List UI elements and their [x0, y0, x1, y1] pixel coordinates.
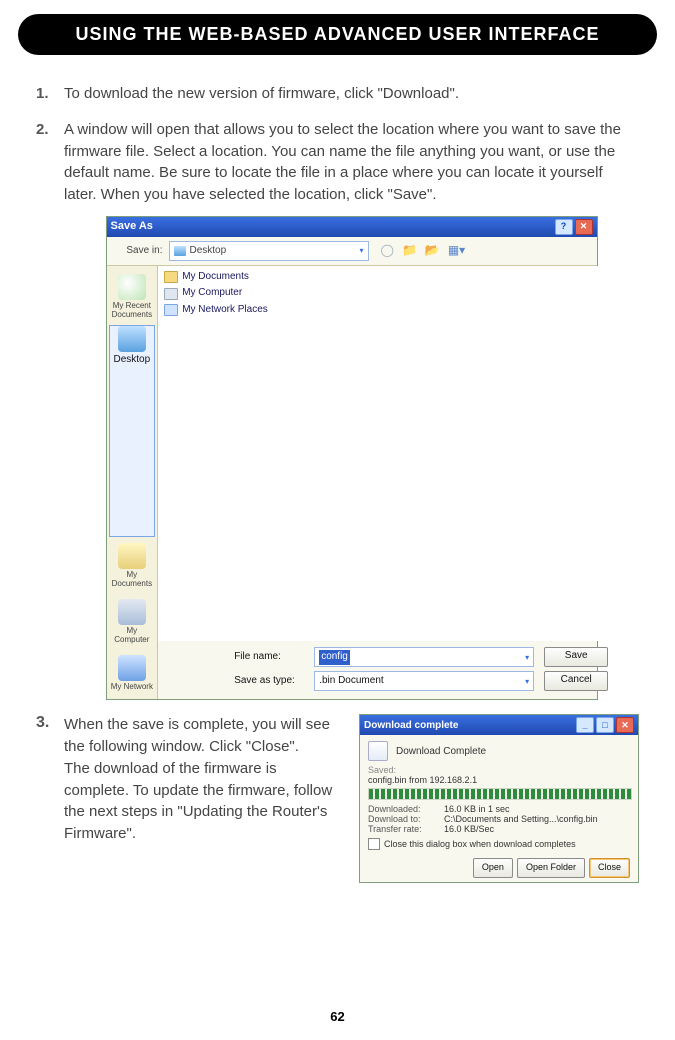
savetype-label: Save as type:: [234, 674, 304, 689]
save-as-body: My Recent Documents Desktop My Documents…: [107, 265, 597, 700]
downloaded-row: Downloaded:16.0 KB in 1 sec: [368, 804, 630, 814]
progress-bar: [368, 788, 632, 800]
open-button[interactable]: Open: [473, 858, 513, 878]
step-1: 1. To download the new version of firmwa…: [36, 83, 639, 105]
recent-icon: [118, 274, 146, 300]
list-item[interactable]: My Documents: [164, 270, 612, 285]
chevron-down-icon: ▾: [359, 245, 363, 257]
filename-value: config: [319, 650, 350, 665]
page-title: USING THE WEB-BASED ADVANCED USER INTERF…: [18, 14, 657, 55]
step-2-number: 2.: [36, 119, 49, 141]
close-checkbox-row: Close this dialog box when download comp…: [368, 838, 630, 850]
savetype-dropdown[interactable]: .bin Document ▾: [314, 671, 534, 691]
network-icon: [118, 655, 146, 681]
close-checkbox[interactable]: [368, 838, 380, 850]
transfer-value: 16.0 KB/Sec: [444, 824, 494, 834]
filename-input[interactable]: config ▾: [314, 647, 534, 667]
up-icon[interactable]: 📁: [402, 242, 417, 259]
step-2: 2. A window will open that allows you to…: [36, 119, 639, 701]
save-button[interactable]: Save: [544, 647, 608, 667]
cancel-button[interactable]: Cancel: [544, 671, 608, 691]
place-recent-label: My Recent Documents: [111, 302, 154, 320]
close-dialog-button[interactable]: Close: [589, 858, 630, 878]
save-in-row: Save in: Desktop ▾ ◯ 📁 📂 ▦▾: [107, 237, 597, 265]
place-desktop-label: Desktop: [114, 354, 151, 365]
page-number: 62: [0, 1009, 675, 1024]
help-button[interactable]: ?: [555, 219, 573, 235]
list-item-label: My Documents: [182, 270, 249, 285]
list-item-label: My Computer: [182, 286, 242, 301]
place-recent[interactable]: My Recent Documents: [109, 270, 156, 324]
place-mynet-label: My Network: [111, 683, 153, 692]
save-as-title: Save As: [111, 219, 153, 235]
place-mycomp-label: My Computer: [111, 627, 154, 645]
download-complete-titlebar: Download complete _ □ ✕: [360, 715, 638, 735]
place-mycomp[interactable]: My Computer: [109, 595, 156, 649]
desktop-place-icon: [118, 326, 146, 352]
filename-row: File name: config ▾ Save: [234, 647, 608, 667]
downloaded-value: 16.0 KB in 1 sec: [444, 804, 510, 814]
downloadto-label: Download to:: [368, 814, 444, 824]
close-window-button[interactable]: ✕: [616, 717, 634, 733]
save-as-titlebar: Save As ? ✕: [107, 217, 597, 237]
savetype-row: Save as type: .bin Document ▾ Cancel: [234, 671, 608, 691]
step-3-number: 3.: [36, 714, 49, 732]
close-checkbox-label: Close this dialog box when download comp…: [384, 839, 576, 849]
computer-icon: [164, 288, 178, 300]
saved-label: Saved:: [368, 765, 630, 775]
chevron-down-icon: ▾: [525, 652, 529, 664]
downloadto-value: C:\Documents and Setting...\config.bin: [444, 814, 598, 824]
folder-icon: [164, 271, 178, 283]
place-mydocs-label: My Documents: [111, 571, 154, 589]
step-3-text: When the save is complete, you will see …: [64, 716, 332, 842]
back-icon[interactable]: ◯: [381, 242, 394, 259]
download-complete-heading: Download Complete: [396, 746, 486, 757]
step-2-text: A window will open that allows you to se…: [64, 121, 621, 203]
new-folder-icon[interactable]: 📂: [425, 242, 440, 259]
close-button[interactable]: ✕: [575, 219, 593, 235]
step-1-number: 1.: [36, 83, 49, 105]
saved-value: config.bin from 192.168.2.1: [368, 775, 630, 785]
download-complete-dialog: Download complete _ □ ✕ Download Complet…: [359, 714, 639, 883]
transfer-label: Transfer rate:: [368, 824, 444, 834]
list-item[interactable]: My Network Places: [164, 303, 612, 318]
save-in-dropdown[interactable]: Desktop ▾: [169, 241, 369, 261]
downloadto-row: Download to:C:\Documents and Setting...\…: [368, 814, 630, 824]
toolbar-icons: ◯ 📁 📂 ▦▾: [381, 242, 466, 259]
open-folder-button[interactable]: Open Folder: [517, 858, 585, 878]
filename-label: File name:: [234, 650, 304, 665]
place-desktop[interactable]: Desktop: [109, 325, 156, 537]
download-complete-header: Download Complete: [368, 741, 630, 761]
computer-icon: [118, 599, 146, 625]
save-in-label: Save in:: [113, 244, 163, 259]
documents-icon: [118, 543, 146, 569]
network-icon: [164, 304, 178, 316]
document-icon: [368, 741, 388, 761]
desktop-icon: [174, 246, 186, 256]
savetype-value: .bin Document: [319, 674, 383, 689]
place-mydocs[interactable]: My Documents: [109, 539, 156, 593]
step-1-text: To download the new version of firmware,…: [64, 85, 459, 102]
file-list[interactable]: My Documents My Computer My Network Plac…: [158, 266, 618, 642]
download-complete-title: Download complete: [364, 720, 458, 731]
chevron-down-icon: ▾: [525, 676, 529, 688]
save-in-value: Desktop: [190, 244, 227, 259]
downloaded-label: Downloaded:: [368, 804, 444, 814]
place-mynet[interactable]: My Network: [109, 651, 156, 696]
list-item-label: My Network Places: [182, 303, 268, 318]
views-icon[interactable]: ▦▾: [448, 242, 465, 259]
maximize-button[interactable]: □: [596, 717, 614, 733]
save-as-dialog: Save As ? ✕ Save in: Desktop ▾ ◯ 📁 📂 ▦▾: [106, 216, 598, 701]
list-item[interactable]: My Computer: [164, 286, 612, 301]
transfer-row: Transfer rate:16.0 KB/Sec: [368, 824, 630, 834]
minimize-button[interactable]: _: [576, 717, 594, 733]
places-bar: My Recent Documents Desktop My Documents…: [107, 266, 159, 700]
